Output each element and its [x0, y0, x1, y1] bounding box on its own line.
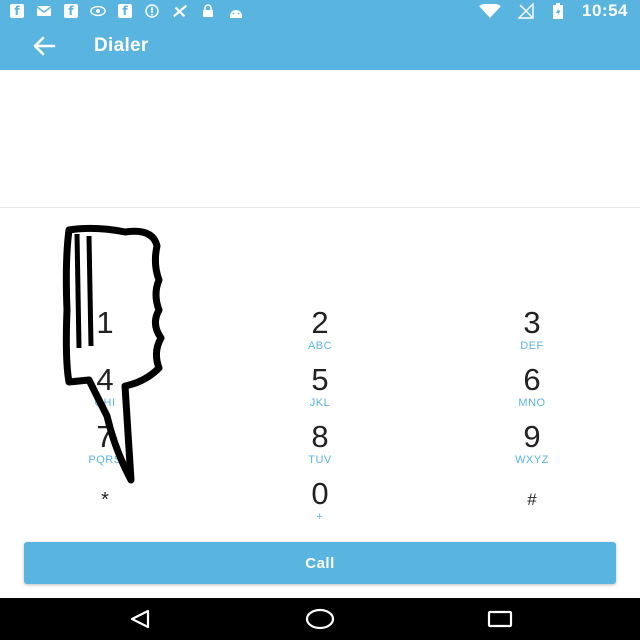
status-clock: 10:54 [582, 1, 628, 20]
key-letters: WXYZ [515, 454, 549, 466]
key-letters: JKL [309, 397, 331, 409]
key-digit: 6 [523, 362, 541, 397]
key-7[interactable]: 7 PQRS [45, 420, 165, 476]
key-hash[interactable]: # [472, 477, 592, 533]
key-digit: 4 [96, 362, 114, 397]
key-digit: * [101, 489, 109, 511]
nav-home-button[interactable] [290, 598, 350, 640]
key-5[interactable]: 5 JKL [260, 363, 380, 419]
message-icon [36, 4, 52, 18]
facebook-icon: f [10, 4, 24, 18]
key-digit: 5 [311, 362, 329, 397]
info-icon [144, 4, 160, 18]
navigation-bar [0, 598, 640, 640]
nav-back-button[interactable] [110, 598, 170, 640]
arrow-back-icon [33, 36, 56, 56]
key-digit: 7 [96, 419, 114, 454]
key-6[interactable]: 6 MNO [472, 363, 592, 419]
facebook-icon: f [64, 4, 78, 18]
key-letters: + [316, 511, 324, 523]
no-signal-icon [518, 3, 534, 19]
back-triangle-icon [130, 609, 150, 629]
battery-charging-icon [550, 3, 566, 19]
key-digit: 1 [96, 305, 114, 340]
number-display[interactable] [0, 70, 640, 206]
key-1[interactable]: 1 [45, 306, 165, 362]
status-bar: f f f 10:54 [0, 0, 640, 22]
key-letters: ABC [307, 340, 333, 352]
wifi-icon [478, 4, 502, 18]
home-circle-icon [305, 608, 335, 630]
key-star[interactable]: * [45, 477, 165, 533]
key-digit: # [527, 490, 537, 509]
key-2[interactable]: 2 ABC [260, 306, 380, 362]
call-button[interactable]: Call [24, 542, 616, 584]
key-letters: MNO [518, 397, 546, 409]
status-notifications: f f f [0, 4, 244, 18]
key-9[interactable]: 9 WXYZ [472, 420, 592, 476]
key-4[interactable]: 4 GHI [45, 363, 165, 419]
eye-icon [90, 4, 106, 18]
key-letters: TUV [308, 454, 332, 466]
key-letters: GHI [94, 397, 116, 409]
key-digit: 9 [523, 419, 541, 454]
app-bar: Dialer [0, 22, 640, 70]
key-8[interactable]: 8 TUV [260, 420, 380, 476]
lock-icon [200, 4, 216, 18]
recents-square-icon [487, 610, 513, 628]
divider [0, 207, 640, 208]
key-digit: 2 [311, 305, 329, 340]
page-title: Dialer [94, 35, 149, 56]
key-3[interactable]: 3 DEF [472, 306, 592, 362]
facebook-icon: f [118, 4, 132, 18]
status-system: 10:54 [478, 1, 640, 21]
key-digit: 3 [523, 305, 541, 340]
android-icon [228, 4, 244, 18]
app-icon [172, 4, 188, 18]
key-digit: 0 [311, 476, 329, 511]
key-letters: DEF [520, 340, 544, 352]
key-letters: PQRS [88, 454, 122, 466]
back-button[interactable] [20, 22, 68, 70]
key-0[interactable]: 0 + [260, 477, 380, 533]
key-digit: 8 [311, 419, 329, 454]
nav-recents-button[interactable] [470, 598, 530, 640]
